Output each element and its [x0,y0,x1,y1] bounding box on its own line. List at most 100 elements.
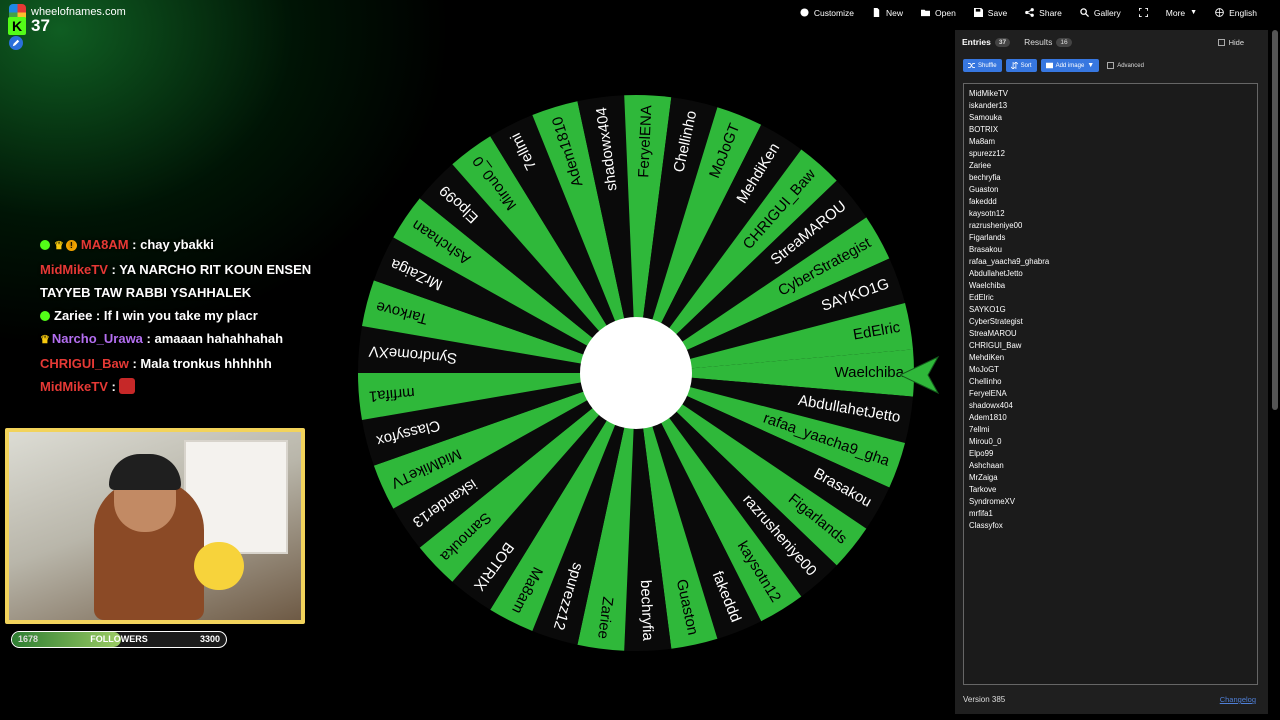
hide-checkbox[interactable] [1217,39,1225,46]
entry-item[interactable]: Tarkove [969,484,1257,496]
entry-item[interactable]: CHRIGUI_Baw [969,340,1257,352]
entry-item[interactable]: Elpo99 [969,448,1257,460]
pencil-icon [12,39,20,47]
entries-textarea[interactable]: MidMikeTV iskander13 Samouka BOTRIX Ma8am spu… [963,83,1258,685]
wheel-center-hub[interactable] [580,317,692,429]
tab-entries[interactable]: Entries 37 [962,37,1011,47]
entry-item[interactable]: iskander13 [969,100,1257,112]
add-image-button[interactable]: Add image ▼ [1040,59,1100,72]
chat-username[interactable]: Zariee [54,308,92,323]
gallery-button[interactable]: Gallery [1071,0,1130,25]
folder-icon [921,9,930,17]
entry-item[interactable]: Figarlands [969,232,1257,244]
sort-button[interactable]: Sort [1005,59,1037,72]
panel-tabs: Entries 37 Results 16 [962,37,1072,47]
entry-item[interactable]: Classyfox [969,520,1257,532]
entry-item[interactable]: CyberStrategist [969,316,1257,328]
chat-text: Mala tronkus hhhhhh [140,356,272,371]
hide-label: Hide [1228,38,1244,47]
cam-plush-toy [194,542,244,590]
fullscreen-icon [1138,8,1148,17]
tab-entries-label: Entries [962,37,991,47]
entry-item[interactable]: Brasakou [969,244,1257,256]
entry-item[interactable]: Chellinho [969,376,1257,388]
entry-item[interactable]: Zariee [969,160,1257,172]
verified-badge-icon [40,311,50,321]
entry-item[interactable]: 7ellmi [969,424,1257,436]
chat-message: ♛ Narcho_Urawa : amaaan hahahhahah [40,327,360,352]
entry-item[interactable]: MehdiKen [969,352,1257,364]
new-button[interactable]: New [863,0,912,25]
save-button[interactable]: Save [965,0,1016,25]
entry-item[interactable]: mrfifa1 [969,508,1257,520]
entry-item[interactable]: rafaa_yaacha9_ghabra [969,256,1257,268]
customize-label: Customize [813,7,854,18]
chat-separator: : [107,379,120,394]
entry-item[interactable]: AbdullahetJetto [969,268,1257,280]
advanced-toggle[interactable]: Advanced [1107,62,1144,69]
entry-item[interactable]: MoJoGT [969,364,1257,376]
page-scrollbar[interactable] [1272,30,1278,410]
emote-icon [119,378,136,394]
chat-username[interactable]: CHRIGUI_Baw [40,356,129,371]
wheel[interactable]: Waelchiba AbdullahetJetto rafaa_yaacha9_gh… [356,93,916,653]
entry-item[interactable]: Ma8am [969,136,1257,148]
wheel-label: Waelchiba [835,364,905,381]
more-menu[interactable]: More ▼ [1157,0,1206,25]
save-label: Save [987,7,1008,18]
hide-toggle[interactable]: Hide [1217,38,1244,47]
chat-message: CHRIGUI_Baw : Mala tronkus hhhhhh [40,352,360,375]
more-label: More [1165,7,1186,18]
shuffle-button[interactable]: Shuffle [963,59,1002,72]
entry-item[interactable]: Adem1810 [969,412,1257,424]
open-label: Open [935,7,956,18]
fullscreen-button[interactable] [1130,0,1157,25]
entry-item[interactable]: Ashchaan [969,460,1257,472]
changelog-link[interactable]: Changelog [1220,695,1256,704]
cam-hat [109,454,181,490]
chat-username[interactable]: MidMikeTV [40,262,108,277]
advanced-checkbox[interactable] [1107,62,1115,69]
wheel-label: bechryfia [637,580,657,642]
entry-item[interactable]: SyndromeXV [969,496,1257,508]
entry-item[interactable]: StreaMAROU [969,328,1257,340]
open-button[interactable]: Open [912,0,965,25]
entry-item[interactable]: Guaston [969,184,1257,196]
entry-item[interactable]: shadowx404 [969,400,1257,412]
sort-label: Sort [1020,62,1032,69]
entry-item[interactable]: EdElric [969,292,1257,304]
entry-item[interactable]: BOTRIX [969,124,1257,136]
chat-separator: : [128,356,141,371]
edit-button[interactable] [9,36,23,50]
shuffle-label: Shuffle [978,62,997,69]
entry-item[interactable]: MrZaiga [969,472,1257,484]
chat-separator: : [128,237,141,252]
image-icon [1045,62,1053,69]
save-icon [973,8,983,17]
share-button[interactable]: Share [1016,0,1071,25]
chat-username[interactable]: MA8AM [81,237,129,252]
entry-item[interactable]: fakeddd [969,196,1257,208]
entry-item[interactable]: SAYKO1G [969,304,1257,316]
entry-item[interactable]: FeryelENA [969,388,1257,400]
chat-username[interactable]: MidMikeTV [40,379,108,394]
customize-button[interactable]: Customize [791,0,863,25]
entry-item[interactable]: bechryfia [969,172,1257,184]
entry-item[interactable]: Waelchiba [969,280,1257,292]
globe-icon [1215,8,1224,17]
wheel-svg[interactable]: WaelchibaAbdullahetJettorafaa_yaacha9_gh… [356,93,916,653]
chat-separator: : [107,262,120,277]
language-label: English [1229,7,1257,18]
entry-item[interactable]: Mirou0_0 [969,436,1257,448]
entry-item[interactable]: razrusheniye00 [969,220,1257,232]
entry-item[interactable]: MidMikeTV [969,88,1257,100]
chat-username[interactable]: Narcho_Urawa [52,331,143,346]
language-selector[interactable]: English [1206,0,1266,25]
chat-overlay: ♛! MA8AM : chay ybakki MidMikeTV : YA NARC… [40,233,360,398]
crown-badge-icon: ♛ [40,334,50,346]
tab-results[interactable]: Results 16 [1024,37,1072,47]
chat-message: ♛! MA8AM : chay ybakki [40,233,360,258]
entry-item[interactable]: kaysotn12 [969,208,1257,220]
entry-item[interactable]: spurezz12 [969,148,1257,160]
entry-item[interactable]: Samouka [969,112,1257,124]
